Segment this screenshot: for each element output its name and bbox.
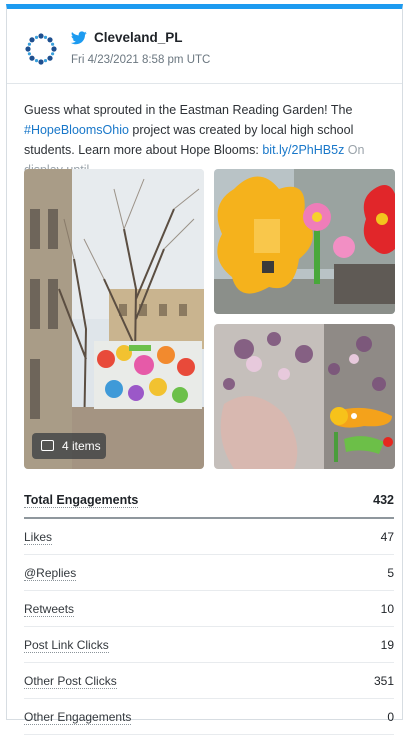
likes-label[interactable]: Likes — [24, 530, 53, 545]
table-row: Retweets 10 — [24, 591, 394, 627]
table-row: Likes 47 — [24, 519, 394, 555]
photo-magnolia-caterpillar[interactable] — [214, 324, 395, 469]
likes-value: 47 — [380, 530, 394, 544]
photo-image — [214, 324, 395, 469]
other-engagements-value: 0 — [387, 710, 394, 724]
table-row: @Replies 5 — [24, 555, 394, 591]
post-link-clicks-value: 19 — [380, 638, 394, 652]
photo-image — [24, 169, 204, 469]
table-row: Other Post Clicks 351 — [24, 663, 394, 699]
total-engagements-label[interactable]: Total Engagements — [24, 493, 139, 508]
other-post-clicks-label[interactable]: Other Post Clicks — [24, 674, 117, 689]
replies-value: 5 — [387, 566, 394, 580]
photo-image — [214, 169, 395, 314]
library-logo-icon[interactable] — [24, 32, 58, 66]
post-header: Cleveland_PL Fri 4/23/2021 8:58 pm UTC — [7, 9, 402, 84]
replies-label[interactable]: @Replies — [24, 566, 77, 581]
table-row: Post Link Clicks 19 — [24, 627, 394, 663]
hashtag-link[interactable]: #HopeBloomsOhio — [24, 123, 129, 137]
photo-garden-building[interactable]: 4 items — [24, 169, 204, 469]
post-link-clicks-label[interactable]: Post Link Clicks — [24, 638, 109, 653]
other-post-clicks-value: 351 — [373, 674, 394, 688]
table-row: Other Engagements 0 — [24, 699, 394, 735]
total-engagements-row: Total Engagements 432 — [24, 484, 394, 519]
image-icon — [41, 440, 54, 451]
account-handle[interactable]: Cleveland_PL — [94, 30, 183, 45]
retweets-value: 10 — [380, 602, 394, 616]
post-card: Cleveland_PL Fri 4/23/2021 8:58 pm UTC G… — [6, 4, 403, 735]
tweet-text: Guess what sprouted in the Eastman Readi… — [24, 100, 384, 180]
engagement-table: Total Engagements 432 Likes 47 @Replies … — [24, 484, 394, 735]
total-engagements-value: 432 — [373, 493, 394, 507]
retweets-label[interactable]: Retweets — [24, 602, 75, 617]
media-count-label: 4 items — [62, 439, 101, 453]
tweet-text-part: Guess what sprouted in the Eastman Readi… — [24, 103, 353, 117]
photo-sign-flowers[interactable] — [214, 169, 395, 314]
media-grid: 4 items — [24, 169, 395, 475]
post-timestamp: Fri 4/23/2021 8:58 pm UTC — [71, 54, 211, 66]
media-count-badge[interactable]: 4 items — [32, 433, 106, 459]
twitter-bird-icon — [71, 31, 87, 45]
url-link[interactable]: bit.ly/2PhHB5z — [262, 143, 344, 157]
